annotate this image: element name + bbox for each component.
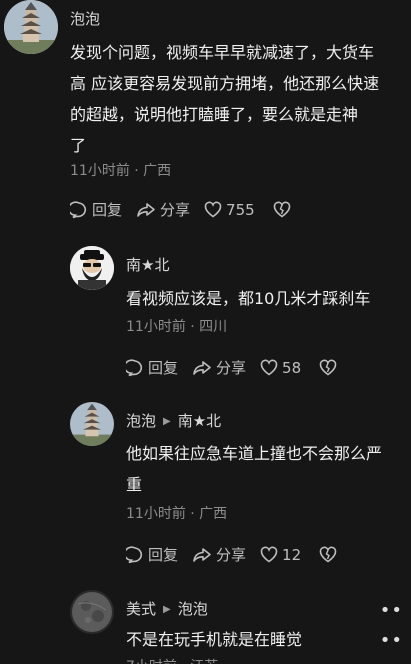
like-count: 12 [282,545,302,564]
broken-heart-icon [319,546,337,563]
comment-actions: 回复 分享 755 [70,199,295,220]
broken-heart-icon [273,201,290,218]
heart-icon [260,359,278,376]
like-count: 58 [282,358,302,377]
avatar-bearded-man[interactable] [70,246,114,290]
comment-author[interactable]: 泡泡 [70,8,100,29]
avatar-pagoda[interactable] [70,402,114,446]
reply-to-author[interactable]: 泡泡 [178,600,208,618]
comment-author-line: 泡泡 ▶ 南★北 [126,410,221,431]
comment-meta: 11小时前 · 广西 [126,506,228,522]
comment-actions: 回复 分享 58 [126,357,341,378]
comment-actions: 回复 分享 12 [126,544,341,565]
comment-meta: 11小时前 · 四川 [126,319,228,335]
reply-icon [70,200,87,218]
avatar-moon[interactable] [70,590,114,634]
share-button[interactable]: 分享 [192,357,246,378]
share-icon [193,547,211,562]
reply-to-author[interactable]: 南★北 [178,412,221,430]
like-count: 755 [226,200,255,219]
more-options-icon-2[interactable]: •• [380,630,403,651]
like-button[interactable]: 12 [260,546,301,564]
comment-author[interactable]: 泡泡 [126,412,156,430]
share-icon [193,360,211,375]
comment-text: 他如果往应急车道上撞也不会那么严 重 [126,444,383,494]
reply-button[interactable]: 回复 [70,199,122,220]
reply-button[interactable]: 回复 [126,357,178,378]
avatar-pagoda[interactable] [4,0,58,54]
comment-author-line: 美式 ▶ 泡泡 [126,598,208,619]
comment-text: 发现个问题，视频车早早就减速了，大货车 高 应该更容易发现前方拥堵，他还那么快速… [70,43,380,155]
comment-meta: 11小时前 · 广西 [70,163,172,179]
reply-icon [126,545,143,563]
reply-arrow-icon: ▶ [163,604,171,615]
share-button[interactable]: 分享 [136,199,190,220]
like-button[interactable]: 58 [260,359,301,377]
broken-heart-icon [319,359,337,376]
heart-icon [260,546,278,563]
comment-meta: 7小时前 · 江苏 [126,656,218,664]
reply-icon [126,358,143,376]
comment-author[interactable]: 南★北 [126,254,169,275]
comment-text: 不是在玩手机就是在睡觉 [126,630,303,649]
reply-button[interactable]: 回复 [126,544,178,565]
more-options-icon[interactable]: •• [380,600,403,621]
like-button[interactable]: 755 [204,201,255,219]
comment-author[interactable]: 美式 [126,600,156,618]
share-icon [137,202,155,217]
share-button[interactable]: 分享 [192,544,246,565]
dislike-button[interactable] [319,546,341,563]
reply-arrow-icon: ▶ [163,416,171,427]
dislike-button[interactable] [319,359,341,376]
heart-icon [204,201,222,218]
comment-text: 看视频应该是，都10几米才踩刹车 [126,289,371,308]
dislike-button[interactable] [273,201,295,218]
